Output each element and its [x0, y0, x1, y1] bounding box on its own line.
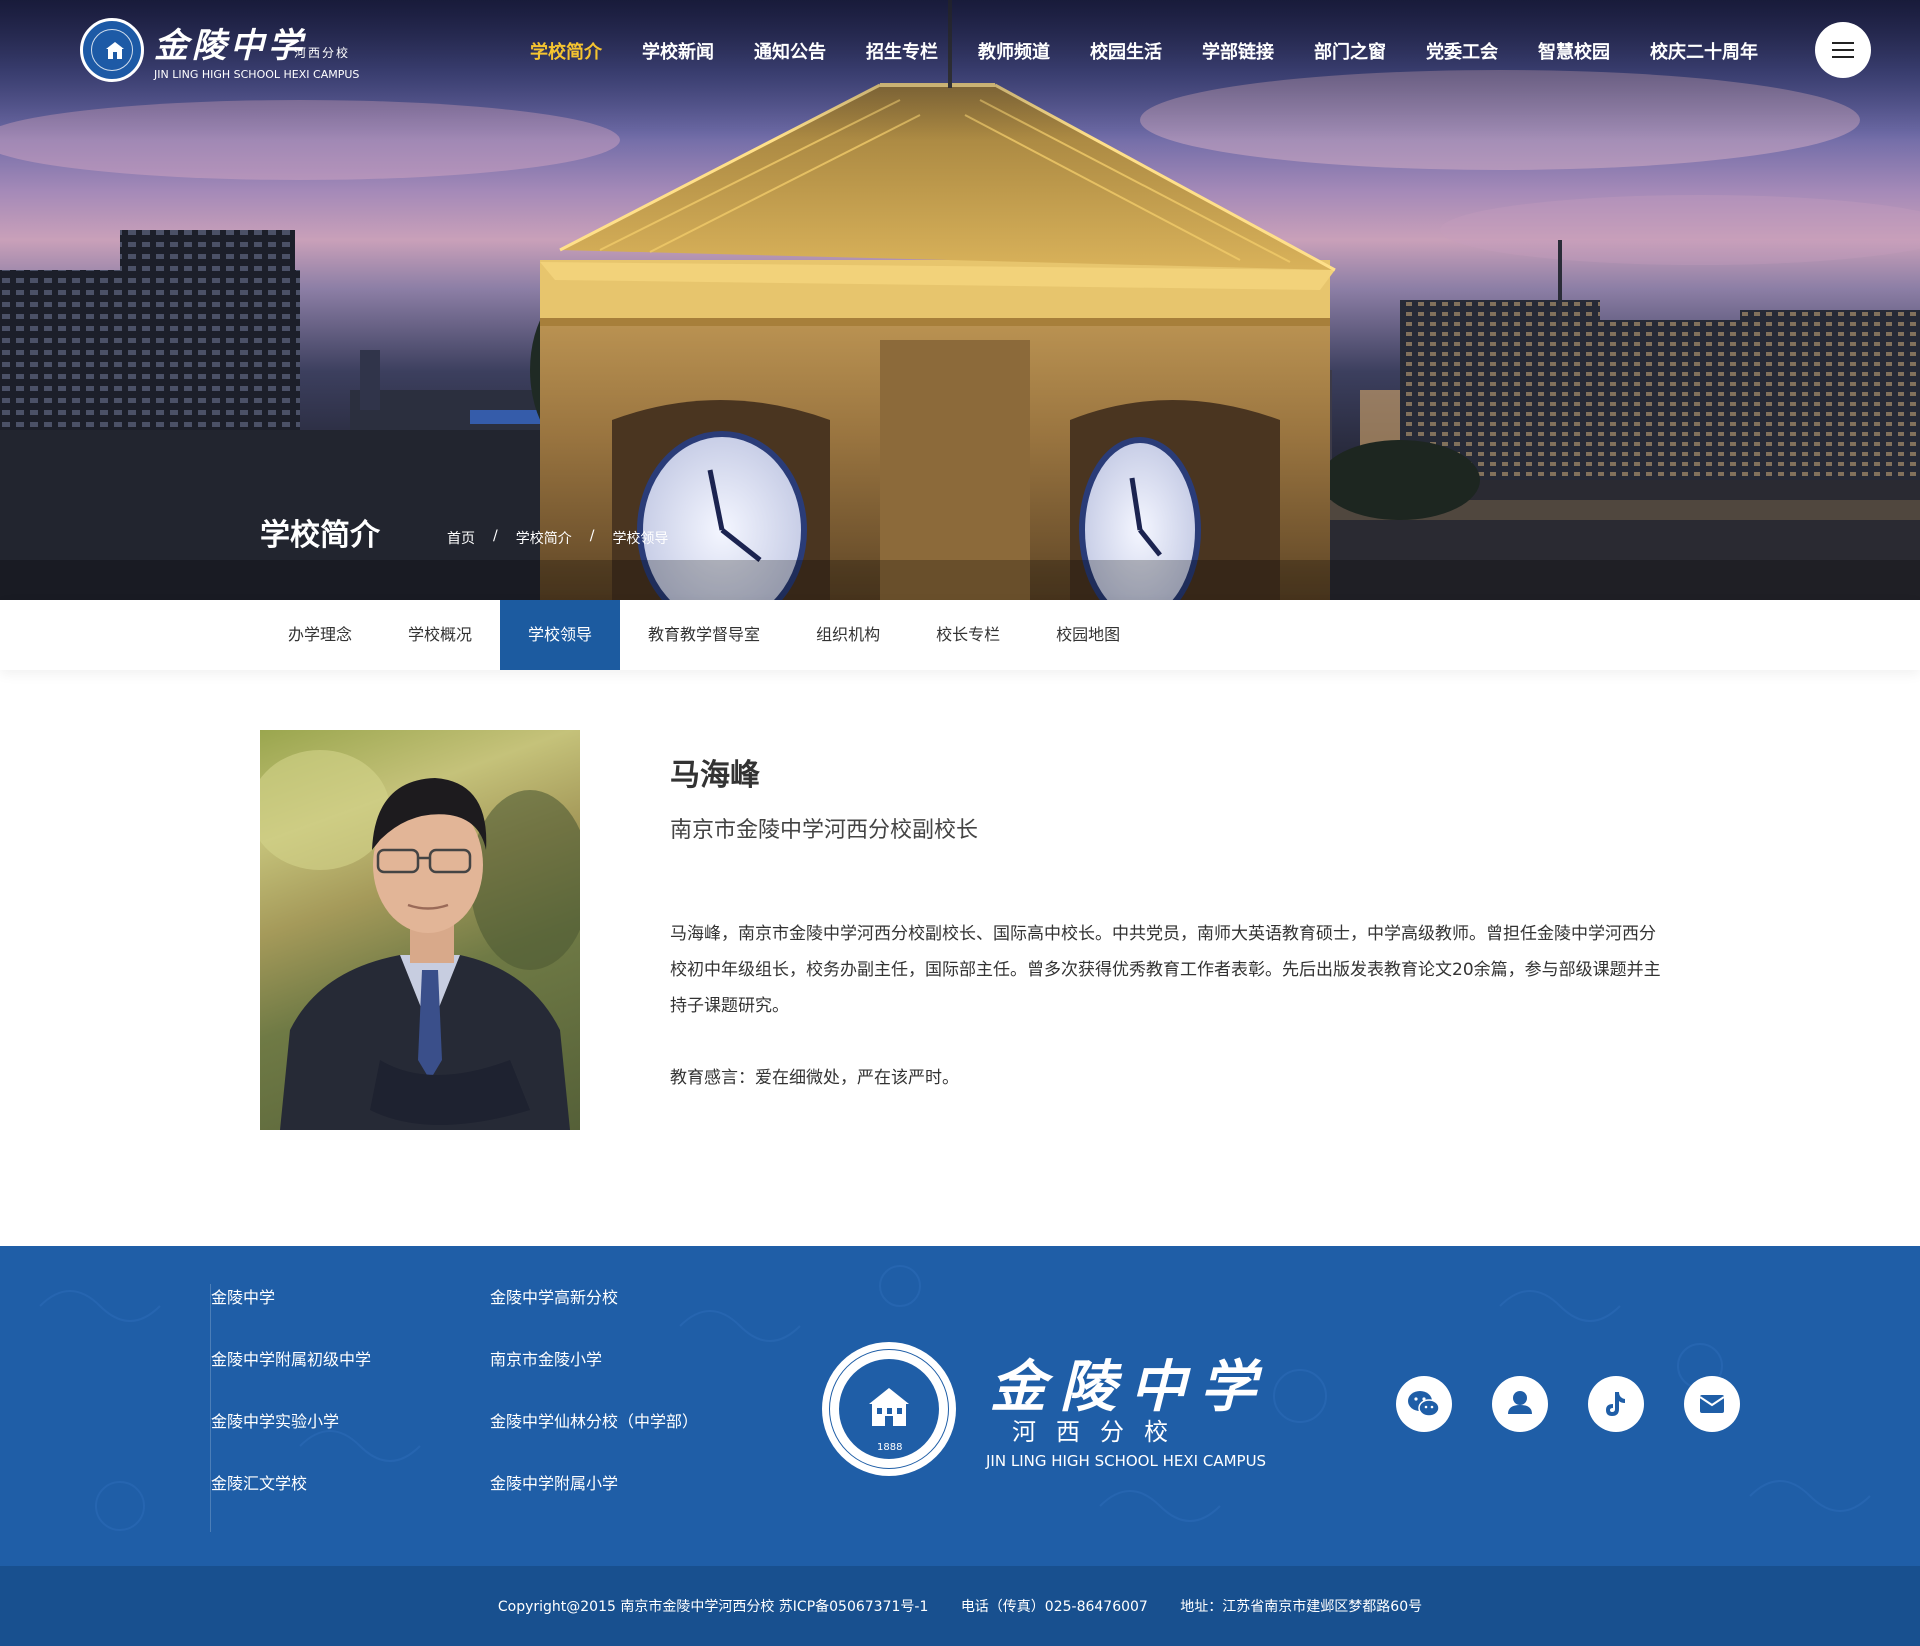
mail-button[interactable]	[1684, 1376, 1740, 1432]
mail-icon	[1699, 1395, 1725, 1413]
footer-link[interactable]: 金陵中学附属小学	[490, 1470, 698, 1532]
nav-item-smart-campus[interactable]: 智慧校园	[1538, 38, 1610, 64]
hamburger-menu-icon	[1832, 42, 1854, 44]
footer-logo-name-cn: 金陵中学	[990, 1354, 1270, 1420]
nav-item-school-intro[interactable]: 学校简介	[530, 38, 602, 64]
contact-phone: 电话（传真）025-86476007	[960, 1599, 1148, 1615]
nav-item-anniversary[interactable]: 校庆二十周年	[1650, 38, 1758, 64]
footer-link[interactable]: 南京市金陵小学	[490, 1346, 698, 1408]
leader-portrait	[260, 730, 580, 1130]
footer-link[interactable]: 金陵中学	[211, 1284, 371, 1346]
social-links	[1396, 1376, 1780, 1432]
leader-bio: 马海峰，南京市金陵中学河西分校副校长、国际高中校长。中共党员，南师大英语教育硕士…	[670, 924, 1661, 1016]
main-nav: 学校简介 学校新闻 通知公告 招生专栏 教师频道 校园生活 学部链接 部门之窗 …	[530, 38, 1798, 64]
breadcrumb-separator: /	[493, 528, 498, 544]
footer-link[interactable]: 金陵中学实验小学	[211, 1408, 371, 1470]
nav-item-teachers[interactable]: 教师频道	[978, 38, 1050, 64]
hamburger-menu-button[interactable]	[1815, 22, 1871, 78]
breadcrumb-school-intro[interactable]: 学校简介	[516, 528, 572, 548]
breadcrumb-current: 学校领导	[612, 531, 669, 547]
nav-item-departments[interactable]: 部门之窗	[1314, 38, 1386, 64]
wechat-button[interactable]	[1396, 1376, 1452, 1432]
footer-logo-name-en: JIN LING HIGH SCHOOL HEXI CAMPUS	[986, 1452, 1267, 1470]
footer-link[interactable]: 金陵中学附属初级中学	[211, 1346, 371, 1408]
leader-name: 马海峰	[670, 758, 760, 793]
seal-year: 1888	[877, 1442, 903, 1453]
footer-link[interactable]: 金陵中学高新分校	[490, 1284, 698, 1346]
footer-link[interactable]: 金陵中学仙林分校（中学部）	[490, 1408, 698, 1470]
tab-overview[interactable]: 学校概况	[380, 600, 500, 670]
site-logo[interactable]: 金陵中学 河西分校 JIN LING HIGH SCHOOL HEXI CAMP…	[80, 18, 380, 84]
nav-item-notices[interactable]: 通知公告	[754, 38, 826, 64]
tab-philosophy[interactable]: 办学理念	[260, 600, 380, 670]
breadcrumb: 首页 / 学校简介 / 学校领导	[447, 528, 668, 548]
hero-banner: 金陵中学 河西分校 JIN LING HIGH SCHOOL HEXI CAMP…	[0, 0, 1920, 600]
tab-leadership[interactable]: 学校领导	[500, 600, 621, 670]
wechat-icon	[1408, 1391, 1440, 1417]
tab-campus-map[interactable]: 校园地图	[1028, 600, 1148, 670]
footer-logo: 1888 金陵中学 河西分校 JIN LING HIGH SCHOOL HEXI…	[820, 1342, 1266, 1482]
nav-item-division-links[interactable]: 学部链接	[1202, 38, 1274, 64]
logo-name-cn: 金陵中学	[154, 26, 306, 66]
tab-organization[interactable]: 组织机构	[788, 600, 908, 670]
tiktok-button[interactable]	[1588, 1376, 1644, 1432]
user-icon	[1508, 1391, 1532, 1414]
nav-item-admissions[interactable]: 招生专栏	[866, 38, 938, 64]
footer: 金陵中学 金陵中学附属初级中学 金陵中学实验小学 金陵汇文学校 金陵中学高新分校…	[0, 1246, 1920, 1566]
copyright-bar: Copyright@2015 南京市金陵中学河西分校 苏ICP备05067371…	[0, 1566, 1920, 1646]
tab-principal-column[interactable]: 校长专栏	[908, 600, 1028, 670]
user-button[interactable]	[1492, 1376, 1548, 1432]
footer-logo-branch-cn: 河西分校	[1012, 1418, 1188, 1446]
footer-links-col-1: 金陵中学 金陵中学附属初级中学 金陵中学实验小学 金陵汇文学校	[210, 1284, 371, 1532]
nav-item-school-news[interactable]: 学校新闻	[642, 38, 714, 64]
tiktok-icon	[1606, 1392, 1625, 1416]
leader-motto: 教育感言：爱在细微处，严在该严时。	[670, 1068, 959, 1088]
school-seal-icon: 1888	[822, 1342, 956, 1476]
leader-position: 南京市金陵中学河西分校副校长	[670, 818, 979, 843]
section-subnav: 办学理念 学校概况 学校领导 教育教学督导室 组织机构 校长专栏 校园地图	[0, 600, 1920, 670]
nav-item-campus-life[interactable]: 校园生活	[1090, 38, 1162, 64]
breadcrumb-home[interactable]: 首页	[447, 528, 475, 548]
school-seal-icon	[80, 18, 144, 82]
footer-links-col-2: 金陵中学高新分校 南京市金陵小学 金陵中学仙林分校（中学部） 金陵中学附属小学	[490, 1284, 698, 1532]
logo-branch-cn: 河西分校	[294, 46, 351, 60]
contact-address: 地址：江苏省南京市建邺区梦都路60号	[1180, 1599, 1423, 1615]
tab-supervision-office[interactable]: 教育教学督导室	[620, 600, 788, 670]
page-title: 学校简介	[260, 518, 380, 553]
nav-item-party-union[interactable]: 党委工会	[1426, 38, 1498, 64]
logo-name-en: JIN LING HIGH SCHOOL HEXI CAMPUS	[154, 68, 360, 81]
footer-link[interactable]: 金陵汇文学校	[211, 1470, 371, 1532]
breadcrumb-separator: /	[589, 528, 595, 544]
copyright-text: Copyright@2015 南京市金陵中学河西分校 苏ICP备05067371…	[497, 1599, 929, 1615]
